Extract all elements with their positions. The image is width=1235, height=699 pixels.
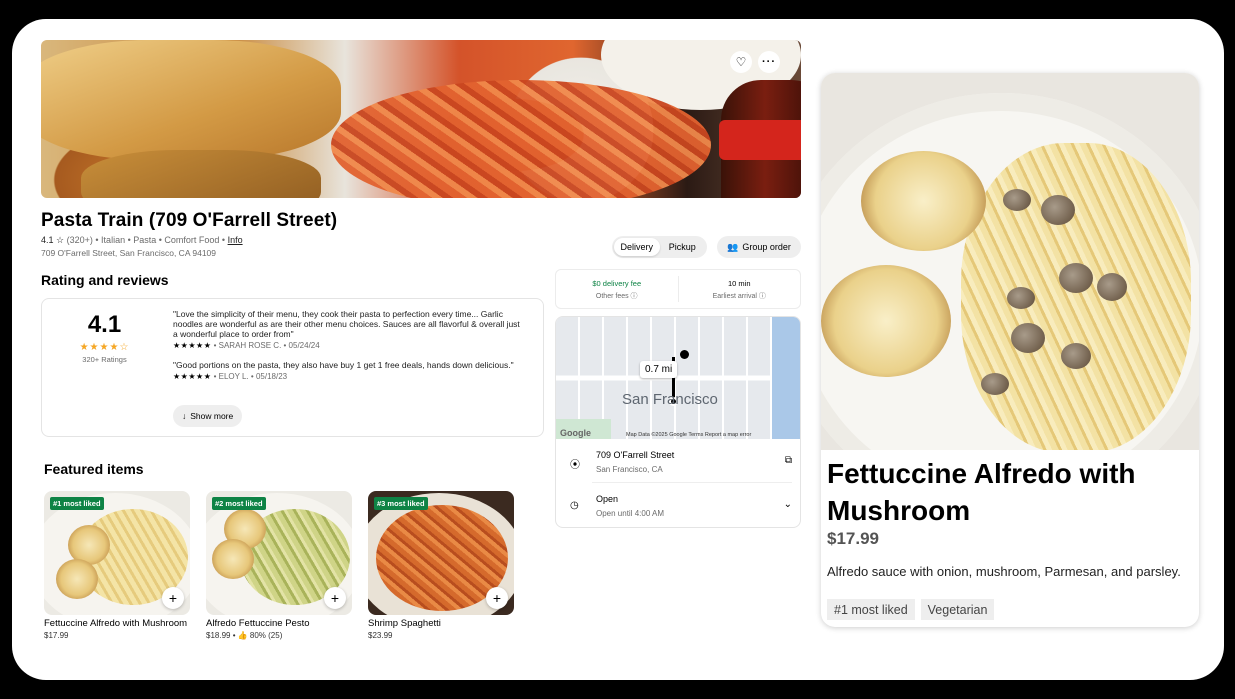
location-card: 0.7 mi San Francisco Google Map Data ©20… (555, 316, 801, 528)
rating-count: 320+ Ratings (82, 355, 127, 364)
item-name: Alfredo Fettuccine Pesto (206, 618, 310, 629)
review-item: "Good portions on the pasta, they also h… (173, 360, 523, 382)
group-order-button[interactable]: 👥 Group order (717, 236, 801, 258)
location-pin-icon: ⦿ (570, 460, 580, 471)
store-hero-image (41, 40, 801, 198)
arrival-label: Earliest arrival ⓘ (712, 293, 766, 300)
delivery-fee-block[interactable]: $0 delivery fee Other fees ⓘ (556, 270, 678, 308)
item-name: Shrimp Spaghetti (368, 618, 441, 629)
item-badge: #3 most liked (374, 497, 428, 510)
rating-score: 4.1 (87, 311, 122, 338)
item-name: Fettuccine Alfredo with Mushroom (44, 618, 188, 629)
arrival-time: 10 min (727, 279, 751, 288)
add-to-cart-button[interactable]: + (324, 587, 346, 609)
add-to-cart-button[interactable]: + (486, 587, 508, 609)
heart-icon: ♡ (735, 55, 747, 69)
featured-item[interactable]: #3 most liked + Shrimp Spaghetti $23.99 (368, 491, 514, 640)
chevron-down-icon[interactable]: ⌄ (784, 499, 792, 510)
item-image: #3 most liked + (368, 491, 514, 615)
rating-stars: ★★★★☆ (79, 342, 130, 353)
pickup-option[interactable]: Pickup (660, 238, 706, 256)
show-more-label: Show more (190, 411, 234, 421)
review-text: "Love the simplicity of their menu, they… (173, 309, 520, 339)
store-rating-count: (320+) (66, 235, 93, 245)
item-badge: #1 most liked (50, 497, 104, 510)
item-price: $18.99 • 👍 80% (25) (206, 631, 283, 640)
review-stars: ★★★★★ (173, 341, 212, 350)
favorite-button[interactable]: ♡ (730, 51, 752, 73)
hours-row[interactable]: ◷ Open Open until 4:00 AM ⌄ (556, 485, 800, 527)
show-more-button[interactable]: ↓ Show more (173, 405, 243, 427)
ellipsis-icon: ··· (762, 56, 776, 68)
featured-heading: Featured items (44, 461, 144, 477)
store-tags: • Italian • Pasta • Comfort Food • (95, 235, 226, 245)
store-rating: 4.1 ☆ (41, 235, 65, 245)
distance-label: 0.7 mi (640, 361, 678, 378)
rating-summary: 4.1 ★★★★☆ 320+ Ratings (42, 311, 167, 364)
add-to-cart-button[interactable]: + (162, 587, 184, 609)
item-detail-image (821, 73, 1199, 450)
copy-icon[interactable]: ⧉ (785, 455, 792, 466)
review-stars: ★★★★★ (173, 372, 212, 381)
open-hours: Open until 4:00 AM (596, 509, 665, 518)
item-detail-price: $17.99 (827, 529, 879, 548)
item-detail-description: Alfredo sauce with onion, mushroom, Parm… (827, 564, 1181, 579)
store-address: 709 O'Farrell Street, San Francisco, CA … (41, 248, 217, 258)
people-icon: 👥 (727, 241, 739, 252)
delivery-pickup-toggle: Delivery Pickup (612, 236, 707, 258)
item-image: #2 most liked + (206, 491, 352, 615)
fees-panel: $0 delivery fee Other fees ⓘ 10 min Earl… (555, 269, 801, 309)
info-link[interactable]: Info (228, 235, 243, 245)
featured-item[interactable]: #1 most liked + Fettuccine Alfredo with … (44, 491, 190, 640)
address-city: San Francisco, CA (596, 465, 663, 474)
tag-badge: #1 most liked (827, 599, 915, 620)
map-footer: Map Data ©2025 Google Terms Report a map… (626, 432, 752, 438)
group-order-label: Group order (742, 242, 791, 252)
arrival-block[interactable]: 10 min Earliest arrival ⓘ (677, 276, 801, 302)
map-city-label: San Francisco (622, 391, 718, 408)
address-row[interactable]: ⦿ 709 O'Farrell Street San Francisco, CA… (556, 441, 800, 483)
arrow-down-icon: ↓ (182, 411, 187, 421)
more-options-button[interactable]: ··· (758, 51, 780, 73)
tag-badge: Vegetarian (920, 599, 995, 620)
open-status: Open (596, 494, 619, 504)
clock-icon: ◷ (570, 500, 579, 511)
item-detail-card: Fettuccine Alfredo with Mushroom $17.99 … (821, 73, 1199, 627)
delivery-fee: $0 delivery fee (592, 279, 642, 288)
map[interactable]: 0.7 mi San Francisco Google Map Data ©20… (556, 317, 800, 439)
item-badge: #2 most liked (212, 497, 266, 510)
other-fees: Other fees ⓘ (595, 293, 638, 300)
featured-item[interactable]: #2 most liked + Alfredo Fettuccine Pesto… (206, 491, 352, 640)
item-image: #1 most liked + (44, 491, 190, 615)
address-street: 709 O'Farrell Street (596, 450, 675, 460)
item-price: $17.99 (44, 631, 69, 640)
destination-pin (680, 350, 689, 359)
review-byline: • ELOY L. • 05/18/23 (213, 372, 288, 381)
item-price: $23.99 (368, 631, 393, 640)
review-byline: • SARAH ROSE C. • 05/24/24 (213, 341, 320, 350)
store-title: Pasta Train (709 O'Farrell Street) (41, 210, 338, 231)
google-logo: Google (560, 428, 591, 438)
delivery-option[interactable]: Delivery (614, 238, 660, 256)
reviews-box: 4.1 ★★★★☆ 320+ Ratings "Love the simplic… (41, 298, 544, 437)
review-text: "Good portions on the pasta, they also h… (173, 360, 514, 370)
item-detail-tags: #1 most liked Vegetarian (827, 599, 995, 620)
review-item: "Love the simplicity of their menu, they… (173, 309, 523, 351)
store-meta: 4.1 ☆ (320+) • Italian • Pasta • Comfort… (41, 235, 243, 246)
item-detail-name: Fettuccine Alfredo with Mushroom (827, 458, 1136, 526)
ratings-heading: Rating and reviews (41, 272, 169, 288)
